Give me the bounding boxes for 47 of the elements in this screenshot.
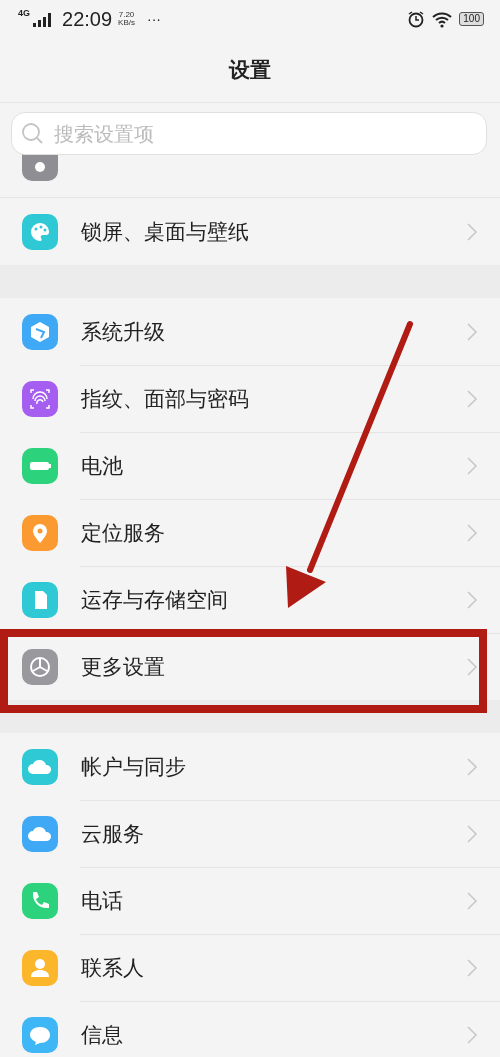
search-icon bbox=[21, 122, 43, 144]
settings-item[interactable]: 电池 bbox=[0, 432, 500, 499]
item-label: 云服务 bbox=[81, 820, 145, 848]
settings-item[interactable]: 锁屏、桌面与壁纸 bbox=[0, 198, 500, 265]
chevron-icon bbox=[466, 957, 478, 978]
chevron-icon bbox=[466, 321, 478, 342]
chevron-icon bbox=[466, 455, 478, 476]
item-label: 信息 bbox=[81, 1021, 124, 1049]
search-field[interactable]: 搜索设置项 bbox=[11, 112, 487, 155]
settings-item[interactable]: 联系人 bbox=[0, 934, 500, 1001]
chevron-icon bbox=[466, 756, 478, 777]
page-title: 设置 bbox=[229, 57, 271, 84]
item-label: 联系人 bbox=[81, 954, 145, 982]
network-type: 4G bbox=[18, 8, 30, 18]
item-label: 定位服务 bbox=[81, 519, 166, 547]
chevron-icon bbox=[466, 221, 478, 242]
item-label: 电话 bbox=[81, 887, 124, 915]
chevron-icon bbox=[466, 589, 478, 610]
settings-item[interactable]: 运存与存储空间 bbox=[0, 566, 500, 633]
item-label: 更多设置 bbox=[81, 653, 166, 681]
item-label: 锁屏、桌面与壁纸 bbox=[81, 218, 250, 246]
settings-item[interactable]: 指纹、面部与密码 bbox=[0, 365, 500, 432]
item-label: 指纹、面部与密码 bbox=[81, 385, 250, 413]
network-speed: 7.20 bbox=[118, 11, 135, 19]
settings-item[interactable]: 系统升级 bbox=[0, 298, 500, 365]
more-notifications: ··· bbox=[147, 11, 161, 27]
settings-item[interactable]: 定位服务 bbox=[0, 499, 500, 566]
chevron-icon bbox=[466, 890, 478, 911]
speed-unit: KB/s bbox=[118, 19, 135, 27]
chevron-icon bbox=[466, 388, 478, 409]
alarm-icon bbox=[407, 10, 426, 28]
item-label: 运存与存储空间 bbox=[81, 586, 229, 614]
wifi-icon bbox=[431, 10, 454, 28]
chevron-icon bbox=[466, 1024, 478, 1045]
battery-level: 100 bbox=[459, 12, 484, 26]
settings-item[interactable]: 更多设置 bbox=[0, 633, 500, 700]
chevron-icon bbox=[466, 823, 478, 844]
chevron-icon bbox=[466, 656, 478, 677]
settings-item[interactable]: 电话 bbox=[0, 867, 500, 934]
item-label: 系统升级 bbox=[81, 318, 166, 346]
settings-item[interactable]: 云服务 bbox=[0, 800, 500, 867]
time: 22:09 bbox=[62, 7, 113, 31]
item-label: 电池 bbox=[81, 452, 124, 480]
item-label: 帐户与同步 bbox=[81, 753, 187, 781]
settings-item[interactable]: 信息 bbox=[0, 1001, 500, 1057]
settings-item[interactable]: 帐户与同步 bbox=[0, 733, 500, 800]
chevron-icon bbox=[466, 522, 478, 543]
